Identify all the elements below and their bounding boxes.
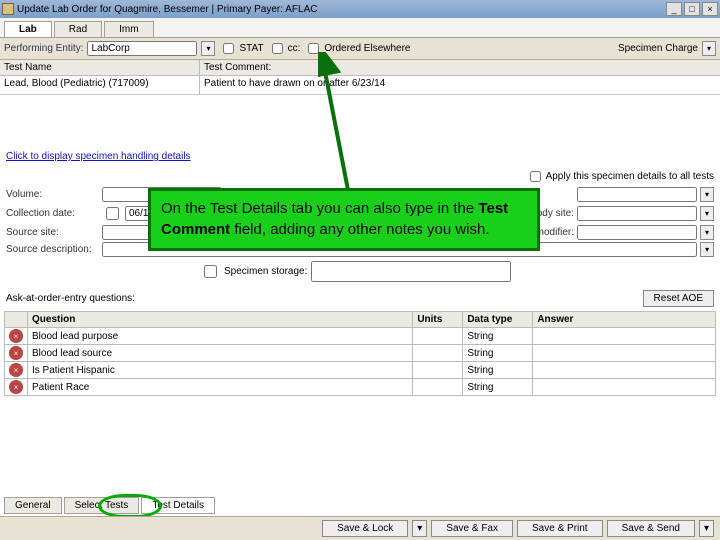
dropdown-icon[interactable]: ▾ xyxy=(700,187,714,202)
window-titlebar: Update Lab Order for Quagmire, Bessemer … xyxy=(0,0,720,18)
tab-test-details[interactable]: Test Details xyxy=(141,497,215,514)
table-row: ×Blood lead sourceString xyxy=(5,345,716,362)
table-row: ×Blood lead purposeString xyxy=(5,328,716,345)
cc-label: cc: xyxy=(288,43,301,54)
col-answer: Answer xyxy=(533,312,716,328)
performing-dropdown-icon[interactable]: ▾ xyxy=(201,41,215,56)
save-print-button[interactable]: Save & Print xyxy=(517,520,603,537)
apply-all-label: Apply this specimen details to all tests xyxy=(546,171,714,182)
specimen-handling-link[interactable]: Click to display specimen handling detai… xyxy=(6,151,191,162)
tab-lab[interactable]: Lab xyxy=(4,21,52,37)
close-button[interactable]: × xyxy=(702,2,718,16)
specimen-charge-dropdown-icon[interactable]: ▾ xyxy=(702,41,716,56)
body-site-field[interactable] xyxy=(577,206,697,221)
save-send-dropdown[interactable]: ▾ xyxy=(699,520,714,537)
table-row: ×Is Patient HispanicString xyxy=(5,362,716,379)
apply-all-checkbox[interactable] xyxy=(530,171,541,182)
save-send-button[interactable]: Save & Send xyxy=(607,520,695,537)
minimize-button[interactable]: _ xyxy=(666,2,682,16)
performing-label: Performing Entity: xyxy=(4,43,83,54)
annotation-callout: On the Test Details tab you can also typ… xyxy=(148,188,540,251)
source-desc-label: Source description: xyxy=(6,244,96,255)
order-type-tabs: Lab Rad Imm xyxy=(0,18,720,38)
save-fax-button[interactable]: Save & Fax xyxy=(431,520,513,537)
save-lock-button[interactable]: Save & Lock xyxy=(322,520,408,537)
collection-date-label: Collection date: xyxy=(6,208,96,219)
delete-row-icon[interactable]: × xyxy=(9,380,23,394)
source-site-label: Source site: xyxy=(6,227,96,238)
tab-imm[interactable]: Imm xyxy=(104,21,153,37)
specimen-storage-label: Specimen storage: xyxy=(224,266,307,277)
annotation-arrow xyxy=(318,52,378,192)
volume-unit-field[interactable] xyxy=(577,187,697,202)
col-datatype: Data type xyxy=(463,312,533,328)
aoe-table: Question Units Data type Answer ×Blood l… xyxy=(4,311,716,396)
tab-select-tests[interactable]: Select Tests xyxy=(64,497,140,514)
reset-aoe-button[interactable]: Reset AOE xyxy=(643,290,714,307)
app-icon xyxy=(2,3,14,15)
footer-buttons: Save & Lock▾ Save & Fax Save & Print Sav… xyxy=(0,516,720,540)
test-name-value: Lead, Blood (Pediatric) (717009) xyxy=(0,76,199,94)
table-row: ×Patient RaceString xyxy=(5,379,716,396)
tab-general[interactable]: General xyxy=(4,497,62,514)
dropdown-icon[interactable]: ▾ xyxy=(700,225,714,240)
specimen-charge-link[interactable]: Specimen Charge xyxy=(618,43,698,54)
window-title: Update Lab Order for Quagmire, Bessemer … xyxy=(17,4,666,15)
tab-rad[interactable]: Rad xyxy=(54,21,102,37)
delete-row-icon[interactable]: × xyxy=(9,346,23,360)
site-modifier-field[interactable] xyxy=(577,225,697,240)
col-units: Units xyxy=(413,312,463,328)
delete-row-icon[interactable]: × xyxy=(9,329,23,343)
delete-row-icon[interactable]: × xyxy=(9,363,23,377)
col-question: Question xyxy=(28,312,413,328)
save-lock-dropdown[interactable]: ▾ xyxy=(412,520,427,537)
dropdown-icon[interactable]: ▾ xyxy=(700,242,714,257)
performing-entity-field[interactable] xyxy=(87,41,197,56)
collection-date-checkbox[interactable] xyxy=(106,207,119,220)
detail-tabs: General Select Tests Test Details xyxy=(4,497,215,514)
test-comment-header: Test Comment: xyxy=(200,60,720,76)
aoe-label: Ask-at-order-entry questions: xyxy=(6,293,135,304)
volume-label: Volume: xyxy=(6,189,96,200)
test-name-header: Test Name xyxy=(0,60,199,76)
dropdown-icon[interactable]: ▾ xyxy=(700,206,714,221)
stat-label: STAT xyxy=(239,43,263,54)
maximize-button[interactable]: □ xyxy=(684,2,700,16)
specimen-storage-field[interactable] xyxy=(311,261,511,282)
stat-checkbox[interactable] xyxy=(223,43,234,54)
specimen-storage-checkbox[interactable] xyxy=(204,265,217,278)
cc-checkbox[interactable] xyxy=(272,43,283,54)
test-comment-field[interactable]: Patient to have drawn on or after 6/23/1… xyxy=(200,76,720,94)
